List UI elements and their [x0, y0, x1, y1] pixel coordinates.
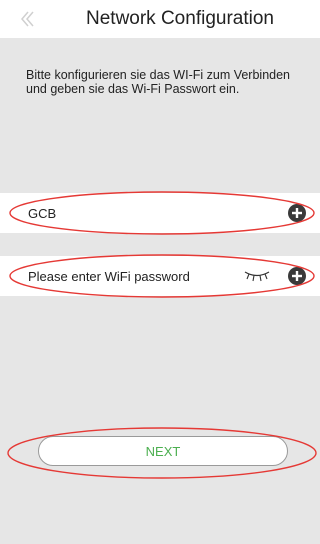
clear-icon[interactable] — [288, 204, 306, 222]
password-placeholder: Please enter WiFi password — [28, 269, 190, 284]
next-button[interactable]: NEXT — [38, 436, 288, 466]
password-field[interactable]: Please enter WiFi password — [0, 256, 320, 296]
eye-closed-icon[interactable] — [244, 269, 270, 283]
ssid-field[interactable]: GCB — [0, 193, 320, 233]
ssid-value: GCB — [28, 206, 57, 221]
header-bar: Network Configuration — [0, 0, 320, 38]
instructions-text: Bitte konfigurieren sie das WI-Fi zum Ve… — [26, 68, 291, 96]
page-title: Network Configuration — [86, 8, 274, 29]
clear-icon[interactable] — [288, 267, 306, 285]
